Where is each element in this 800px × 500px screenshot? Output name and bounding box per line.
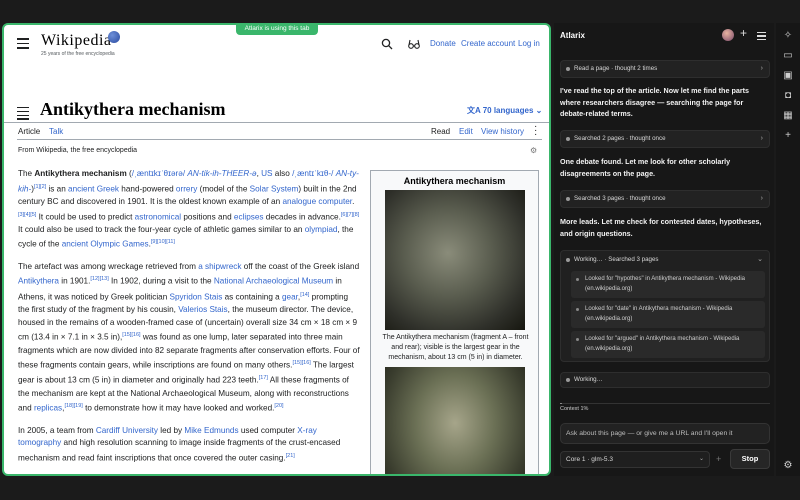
languages-button[interactable]: 文A 70 languages ⌄ <box>467 105 542 116</box>
assistant-message: One debate found. Let me look for other … <box>560 157 731 178</box>
working-header[interactable]: Working… · Searched 3 pages ⌄ <box>561 251 769 268</box>
menu-icon[interactable] <box>757 32 766 40</box>
step-label: Read a page · thought 2 times <box>574 65 658 72</box>
stop-button[interactable]: Stop <box>730 449 770 469</box>
chevron-right-icon: › <box>760 135 763 142</box>
chevron-right-icon: › <box>760 65 763 72</box>
step-dot-icon <box>566 197 570 201</box>
infobox-caption: The Antikythera mechanism (fragment A – … <box>382 334 529 361</box>
lookup-dot-icon <box>576 338 579 341</box>
reading-glasses-icon[interactable] <box>408 38 420 50</box>
chevron-down-icon: ⌄ <box>757 256 763 263</box>
paragraph-3: In 2005, a team from Cardiff University … <box>18 425 341 463</box>
right-rail: ✧ ▭ ▣ ◘ ▦ + ⚙ <box>776 23 800 476</box>
assistant-message: More leads. Let me check for contested d… <box>560 217 762 238</box>
add-icon[interactable]: + <box>782 130 794 142</box>
context-label: Context 1% <box>560 406 589 412</box>
step-dot-icon <box>566 67 570 71</box>
wallet-icon[interactable]: ▣ <box>782 70 794 82</box>
chevron-down-icon: ⌄ <box>698 456 704 462</box>
lookup-dot-icon <box>576 278 579 281</box>
lookup-text: Looked for "date" in Antikythera mechani… <box>585 306 733 322</box>
save-icon[interactable]: ◘ <box>782 90 794 102</box>
lookup-text: Looked for "argued" in Antikythera mecha… <box>585 336 740 352</box>
agent-using-tab-badge: Atlarix is using this tab <box>236 23 318 35</box>
languages-label: 70 languages <box>482 106 534 115</box>
page-title: Antikythera mechanism <box>40 99 226 119</box>
wikipedia-tagline: 25 years of the free encyclopedia <box>41 51 115 57</box>
chevron-right-icon: › <box>760 195 763 202</box>
step-dot-icon <box>566 378 570 382</box>
wikipedia-pane: Wikipedia 25 years of the free encyclope… <box>2 23 551 476</box>
more-options-icon[interactable]: · · · <box>534 122 537 140</box>
lookup-item: Looked for "hypothes" in Antikythera mec… <box>571 271 765 298</box>
atlarix-panel: Atlarix + Read a page · thought 2 times ›… <box>554 23 774 476</box>
donate-link[interactable]: Donate <box>430 39 456 48</box>
panel-title: Atlarix <box>560 31 585 40</box>
new-chat-icon[interactable]: + <box>740 26 747 40</box>
paragraph-1: The Antikythera mechanism (/ˌæntɪkɪˈθɪər… <box>18 169 360 250</box>
working-status: Working… <box>560 372 770 388</box>
page-tabs: Article Talk Read Edit View history <box>4 123 549 140</box>
wikipedia-wordmark[interactable]: Wikipedia <box>41 32 112 50</box>
tab-edit[interactable]: Edit <box>459 127 473 136</box>
model-select[interactable]: Core 1 · glm-5.3 ⌄ <box>560 451 710 468</box>
ask-input[interactable] <box>560 423 770 444</box>
infobox-title: Antikythera mechanism <box>403 176 506 186</box>
infobox-image-front[interactable] <box>385 190 525 330</box>
tab-view-history[interactable]: View history <box>481 127 524 136</box>
app-window: Wikipedia 25 years of the free encyclope… <box>0 0 800 500</box>
step-dot-icon <box>566 137 570 141</box>
step-label: Searched 3 pages · thought once <box>574 195 666 202</box>
lookup-item: Looked for "date" in Antikythera mechani… <box>571 301 765 328</box>
working-label: Working… · Searched 3 pages <box>574 256 659 263</box>
step-dot-icon <box>566 258 570 262</box>
settings-icon[interactable]: ⚙ <box>530 146 540 156</box>
tabs-divider <box>17 139 542 140</box>
avatar[interactable] <box>722 29 734 41</box>
from-wikipedia-note: From Wikipedia, the free encyclopedia <box>18 147 138 154</box>
search-icon[interactable] <box>381 38 393 50</box>
gear-icon[interactable]: ⚙ <box>782 460 794 472</box>
table-of-contents-icon[interactable] <box>17 107 29 120</box>
step-label: Searched 2 pages · thought once <box>574 135 666 142</box>
create-account-link[interactable]: Create account <box>461 39 515 48</box>
assistant-message: I've read the top of the article. Now le… <box>560 86 750 119</box>
article-body: The Antikythera mechanism (/ˌæntɪkɪˈθɪər… <box>18 168 360 474</box>
lookup-dot-icon <box>576 308 579 311</box>
infobox: Antikythera mechanism The Antikythera me… <box>370 170 539 474</box>
wikipedia-globe-logo[interactable] <box>108 31 120 43</box>
infobox-image-rear[interactable] <box>385 367 525 474</box>
add-attachment-icon[interactable]: + <box>716 451 721 468</box>
step-searched-3[interactable]: Searched 3 pages · thought once › <box>560 190 770 208</box>
working-status-label: Working… <box>574 376 603 383</box>
login-link[interactable]: Log in <box>518 39 540 48</box>
tab-talk[interactable]: Talk <box>49 127 63 136</box>
main-menu-icon[interactable] <box>17 38 29 49</box>
video-icon[interactable]: ▭ <box>782 50 794 62</box>
sparkle-icon[interactable]: ✧ <box>782 30 794 42</box>
translate-icon: 文A <box>467 106 483 115</box>
model-label: Core 1 · glm-5.3 <box>566 456 613 463</box>
context-meter <box>560 403 770 404</box>
step-read-page[interactable]: Read a page · thought 2 times › <box>560 60 770 78</box>
step-searched-2[interactable]: Searched 2 pages · thought once › <box>560 130 770 148</box>
paragraph-2: The artefact was among wreckage retrieve… <box>18 261 360 414</box>
context-meter-fill <box>560 403 563 404</box>
working-step[interactable]: Working… · Searched 3 pages ⌄ Looked for … <box>560 250 770 362</box>
lookup-item: Looked for "argued" in Antikythera mecha… <box>571 331 765 358</box>
lookup-text: Looked for "hypothes" in Antikythera mec… <box>585 276 746 292</box>
table-icon[interactable]: ▦ <box>782 110 794 122</box>
